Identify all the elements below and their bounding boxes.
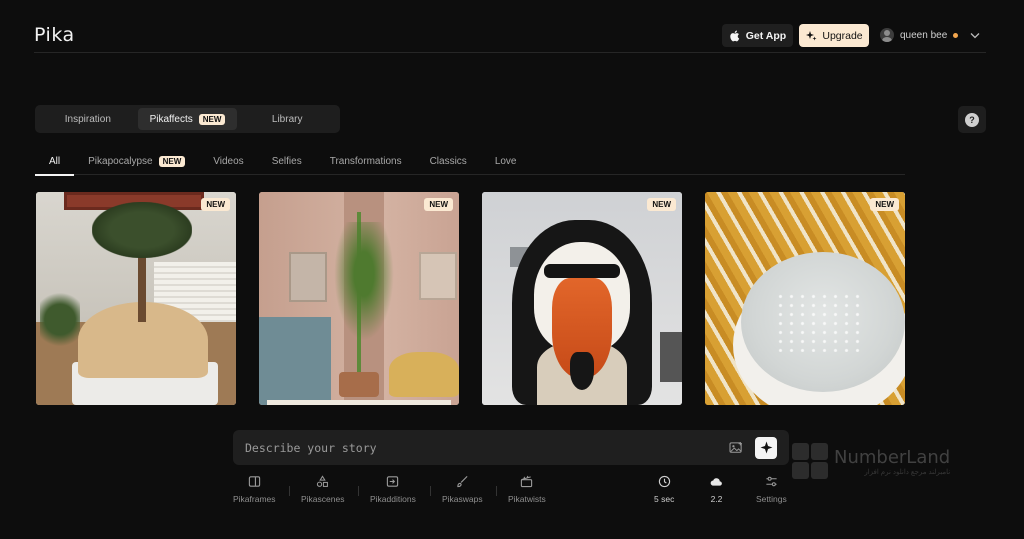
category-pikapocalypse[interactable]: Pikapocalypse NEW	[74, 148, 199, 175]
upgrade-button[interactable]: Upgrade	[799, 24, 869, 47]
effect-card-duck-face[interactable]: NEW	[482, 192, 682, 405]
effect-card-bamboo-room[interactable]: NEW	[259, 192, 459, 405]
duration-selector[interactable]: 5 sec	[654, 475, 674, 504]
model-selector[interactable]: 2.2	[710, 475, 723, 504]
tool-divider	[358, 486, 359, 496]
pika-logo[interactable]: Pika	[34, 24, 75, 46]
brush-icon	[457, 475, 468, 488]
watermark-subtitle: نامبرلند مرجع دانلود نرم افزار	[864, 468, 951, 476]
new-badge: NEW	[198, 113, 226, 125]
watermark: NumberLand نامبرلند مرجع دانلود نرم افزا…	[792, 443, 950, 479]
new-badge: NEW	[870, 198, 899, 211]
tab-label: Inspiration	[64, 113, 111, 125]
generate-button[interactable]	[755, 436, 777, 459]
tool-divider	[496, 486, 497, 496]
cloud-icon	[710, 478, 722, 486]
watermark-name: NumberLand	[834, 446, 951, 468]
user-menu[interactable]: queen bee	[880, 28, 980, 42]
new-badge: NEW	[647, 198, 676, 211]
shapes-icon	[317, 475, 329, 487]
category-selfies[interactable]: Selfies	[258, 148, 316, 175]
sparkle-icon	[760, 441, 772, 454]
settings-button[interactable]: Settings	[756, 475, 787, 504]
tab-inspiration[interactable]: Inspiration	[38, 108, 138, 130]
header-divider	[34, 52, 986, 53]
get-app-button[interactable]: Get App	[722, 24, 793, 47]
tool-divider	[289, 486, 290, 496]
category-classics[interactable]: Classics	[416, 148, 481, 175]
tool-pikaswaps[interactable]: Pikaswaps	[442, 475, 483, 504]
category-love[interactable]: Love	[481, 148, 531, 175]
tab-pikaffects[interactable]: Pikaffects NEW	[137, 108, 238, 130]
tool-label: Pikascenes	[301, 494, 345, 504]
category-label: Selfies	[271, 155, 302, 167]
get-app-label: Get App	[745, 29, 787, 42]
new-badge: NEW	[201, 198, 230, 211]
tab-label: Pikaffects	[149, 113, 193, 125]
tool-pikascenes[interactable]: Pikascenes	[301, 475, 344, 504]
clock-icon	[658, 475, 670, 488]
add-icon	[387, 476, 399, 487]
notification-dot	[953, 32, 959, 38]
tab-label: Library	[271, 113, 303, 125]
tool-label: Pikaswaps	[442, 494, 483, 504]
avatar	[880, 28, 894, 42]
upgrade-label: Upgrade	[822, 29, 863, 42]
new-badge: NEW	[158, 155, 186, 167]
image-upload-icon[interactable]	[729, 441, 743, 454]
effect-card-bonsai[interactable]: NEW	[36, 192, 236, 405]
tool-divider	[430, 486, 431, 496]
category-label: Videos	[213, 155, 244, 167]
duration-value: 5 sec	[654, 494, 675, 504]
tool-label: Settings	[756, 494, 787, 504]
tool-label: Pikadditions	[370, 494, 416, 504]
new-badge: NEW	[424, 198, 453, 211]
category-label: All	[49, 155, 61, 167]
chevron-down-icon	[970, 32, 980, 38]
tool-pikaframes[interactable]: Pikaframes	[233, 475, 276, 504]
category-all[interactable]: All	[35, 148, 75, 176]
tool-pikadditions[interactable]: Pikadditions	[370, 475, 416, 504]
category-label: Pikapocalypse	[88, 155, 153, 167]
tool-label: Pikatwists	[508, 494, 546, 504]
frames-icon	[248, 476, 260, 487]
category-label: Transformations	[329, 155, 402, 167]
category-transformations[interactable]: Transformations	[316, 148, 416, 175]
user-name: queen bee	[900, 29, 948, 41]
tab-library[interactable]: Library	[237, 108, 337, 130]
effect-card-bowl[interactable]: NEW	[705, 192, 905, 405]
prompt-input[interactable]	[245, 440, 729, 455]
help-button[interactable]: ?	[958, 106, 986, 133]
category-tabs: All Pikapocalypse NEW Videos Selfies Tran…	[35, 148, 905, 176]
main-tabs: Inspiration Pikaffects NEW Library	[35, 105, 340, 133]
sparkle-icon	[806, 30, 817, 40]
clapper-icon	[521, 475, 533, 488]
watermark-logo	[792, 443, 828, 479]
prompt-bar	[233, 430, 789, 465]
tool-pikatwists[interactable]: Pikatwists	[508, 475, 546, 504]
apple-icon	[730, 29, 739, 41]
category-label: Love	[494, 155, 517, 167]
tool-label: Pikaframes	[233, 494, 276, 504]
help-icon: ?	[965, 112, 979, 127]
category-videos[interactable]: Videos	[199, 148, 257, 175]
category-label: Classics	[429, 155, 467, 167]
model-version: 2.2	[710, 494, 723, 504]
sliders-icon	[766, 476, 777, 487]
